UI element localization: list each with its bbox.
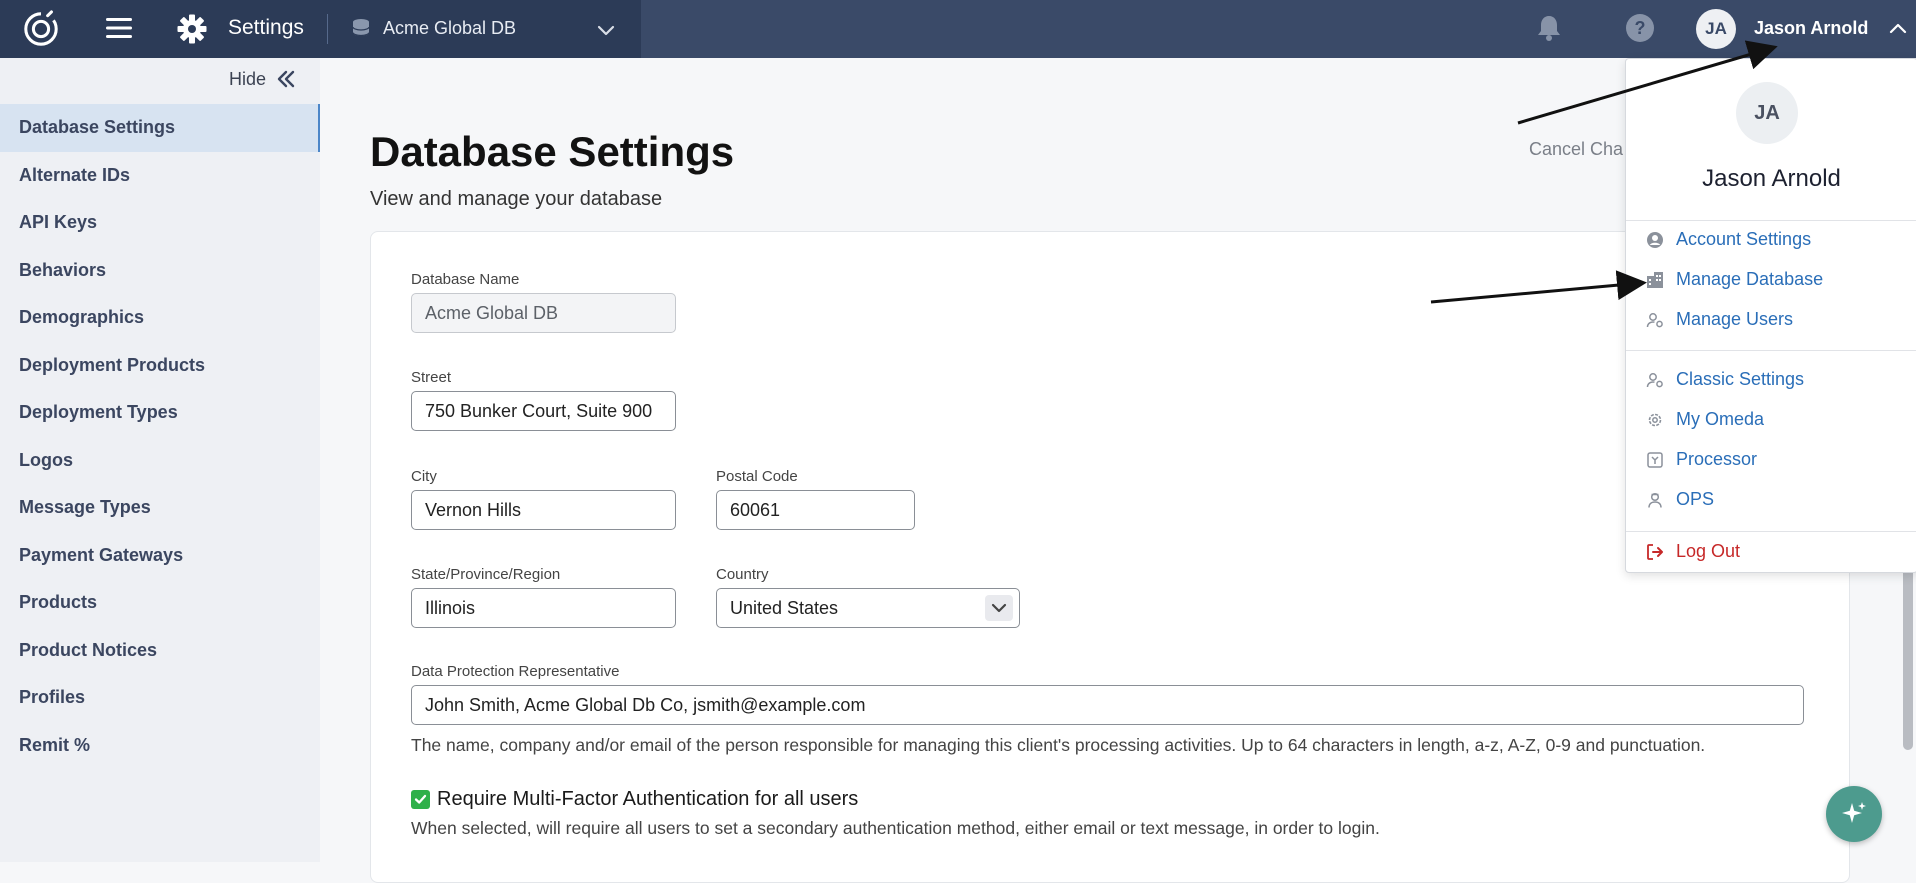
hamburger-menu-icon[interactable] bbox=[105, 14, 133, 42]
settings-sidebar: Hide Database Settings Alternate IDs API… bbox=[0, 58, 320, 862]
sidebar-item-behaviors[interactable]: Behaviors bbox=[0, 247, 320, 295]
dropdown-divider bbox=[1626, 220, 1916, 221]
hide-sidebar-label: Hide bbox=[229, 68, 267, 89]
sidebar-item-profiles[interactable]: Profiles bbox=[0, 674, 320, 722]
city-label: City bbox=[411, 468, 437, 485]
menu-item-label: Account Settings bbox=[1676, 229, 1812, 249]
menu-item-label: Log Out bbox=[1676, 541, 1741, 561]
user-gear-icon bbox=[1646, 311, 1664, 329]
ai-assistant-button[interactable] bbox=[1826, 786, 1882, 842]
sidebar-item-deployment-types[interactable]: Deployment Types bbox=[0, 389, 320, 437]
street-input[interactable]: 750 Bunker Court, Suite 900 bbox=[411, 391, 676, 431]
country-select[interactable]: United States bbox=[716, 588, 1020, 628]
sidebar-item-logos[interactable]: Logos bbox=[0, 437, 320, 485]
sidebar-item-api-keys[interactable]: API Keys bbox=[0, 199, 320, 247]
page-subtitle: View and manage your database bbox=[370, 188, 663, 210]
postal-code-label: Postal Code bbox=[716, 468, 798, 485]
menu-item-log-out[interactable]: Log Out bbox=[1646, 541, 1740, 562]
menu-item-manage-users[interactable]: Manage Users bbox=[1646, 309, 1793, 330]
person-icon bbox=[1646, 491, 1664, 509]
app-logo-icon[interactable] bbox=[22, 10, 60, 48]
sidebar-item-demographics[interactable]: Demographics bbox=[0, 294, 320, 342]
processor-icon bbox=[1646, 451, 1664, 469]
menu-item-account-settings[interactable]: Account Settings bbox=[1646, 229, 1811, 250]
sparkle-icon bbox=[1842, 802, 1866, 823]
user-menu-toggle[interactable]: Jason Arnold bbox=[1754, 18, 1868, 39]
mfa-checkbox[interactable] bbox=[411, 790, 430, 809]
database-selector-label[interactable]: Acme Global DB bbox=[383, 18, 516, 39]
top-bar-divider bbox=[327, 14, 328, 44]
sidebar-item-message-types[interactable]: Message Types bbox=[0, 484, 320, 532]
dropdown-avatar: JA bbox=[1736, 82, 1798, 144]
dpr-help-text: The name, company and/or email of the pe… bbox=[411, 735, 1706, 755]
chevron-up-icon[interactable] bbox=[1887, 18, 1909, 40]
menu-item-ops[interactable]: OPS bbox=[1646, 489, 1714, 510]
menu-item-label: Manage Database bbox=[1676, 269, 1824, 289]
sidebar-item-payment-gateways[interactable]: Payment Gateways bbox=[0, 532, 320, 580]
hide-sidebar-button[interactable]: Hide bbox=[229, 67, 298, 91]
sidebar-item-remit[interactable]: Remit % bbox=[0, 722, 320, 770]
top-bar-left-panel: Settings Acme Global DB bbox=[0, 0, 641, 58]
sidebar-item-product-notices[interactable]: Product Notices bbox=[0, 627, 320, 675]
menu-item-label: OPS bbox=[1676, 489, 1715, 509]
sidebar-item-products[interactable]: Products bbox=[0, 579, 320, 627]
page-scrollbar[interactable] bbox=[1903, 560, 1913, 750]
street-label: Street bbox=[411, 369, 452, 386]
user-menu-dropdown: JA Jason Arnold Account Settings Manage … bbox=[1625, 58, 1916, 573]
settings-gear-icon bbox=[177, 14, 207, 44]
state-label: State/Province/Region bbox=[411, 566, 561, 583]
notification-bell-icon[interactable] bbox=[1534, 13, 1564, 43]
mfa-checkbox-label: Require Multi-Factor Authentication for … bbox=[437, 788, 859, 810]
chevron-down-icon bbox=[985, 595, 1013, 621]
country-label: Country bbox=[716, 566, 769, 583]
section-title: Settings bbox=[228, 16, 304, 39]
sidebar-item-deployment-products[interactable]: Deployment Products bbox=[0, 342, 320, 390]
user-circle-icon bbox=[1646, 231, 1664, 249]
logout-icon bbox=[1646, 543, 1664, 561]
double-chevron-left-icon bbox=[277, 70, 295, 88]
menu-item-label: Classic Settings bbox=[1676, 369, 1805, 389]
help-icon[interactable]: ? bbox=[1625, 13, 1655, 43]
user-gear-icon bbox=[1646, 371, 1664, 389]
menu-item-label: Processor bbox=[1676, 449, 1758, 469]
building-icon bbox=[1646, 271, 1664, 289]
dropdown-divider bbox=[1626, 531, 1916, 532]
sidebar-nav: Database Settings Alternate IDs API Keys… bbox=[0, 104, 320, 769]
postal-code-input[interactable]: 60061 bbox=[716, 490, 915, 530]
svg-text:?: ? bbox=[1635, 18, 1646, 38]
database-name-label: Database Name bbox=[411, 271, 520, 288]
dropdown-divider bbox=[1626, 350, 1916, 351]
menu-item-manage-database[interactable]: Manage Database bbox=[1646, 269, 1823, 290]
mfa-help-text: When selected, will require all users to… bbox=[411, 818, 1380, 838]
chevron-down-icon[interactable] bbox=[594, 18, 618, 42]
dropdown-user-name: Jason Arnold bbox=[1702, 165, 1841, 192]
state-input[interactable]: Illinois bbox=[411, 588, 676, 628]
menu-item-processor[interactable]: Processor bbox=[1646, 449, 1757, 470]
top-bar: Settings Acme Global DB ? JA Jason Arnol… bbox=[0, 0, 1916, 58]
cancel-changes-button[interactable]: Cancel Cha bbox=[1529, 139, 1623, 160]
sidebar-item-database-settings[interactable]: Database Settings bbox=[0, 104, 320, 152]
page-title: Database Settings bbox=[370, 128, 735, 175]
user-avatar[interactable]: JA bbox=[1696, 9, 1736, 49]
country-selected-value: United States bbox=[730, 598, 839, 618]
menu-item-label: Manage Users bbox=[1676, 309, 1794, 329]
menu-item-label: My Omeda bbox=[1676, 409, 1765, 429]
menu-item-my-omeda[interactable]: My Omeda bbox=[1646, 409, 1764, 430]
gear-icon bbox=[1646, 411, 1664, 429]
menu-item-classic-settings[interactable]: Classic Settings bbox=[1646, 369, 1804, 390]
mfa-checkbox-row[interactable]: Require Multi-Factor Authentication for … bbox=[411, 788, 858, 811]
dpr-label: Data Protection Representative bbox=[411, 663, 620, 680]
sidebar-item-alternate-ids[interactable]: Alternate IDs bbox=[0, 152, 320, 200]
database-icon bbox=[352, 19, 370, 37]
city-input[interactable]: Vernon Hills bbox=[411, 490, 676, 530]
dpr-input[interactable]: John Smith, Acme Global Db Co, jsmith@ex… bbox=[411, 685, 1804, 725]
database-name-field: Acme Global DB bbox=[411, 293, 676, 333]
